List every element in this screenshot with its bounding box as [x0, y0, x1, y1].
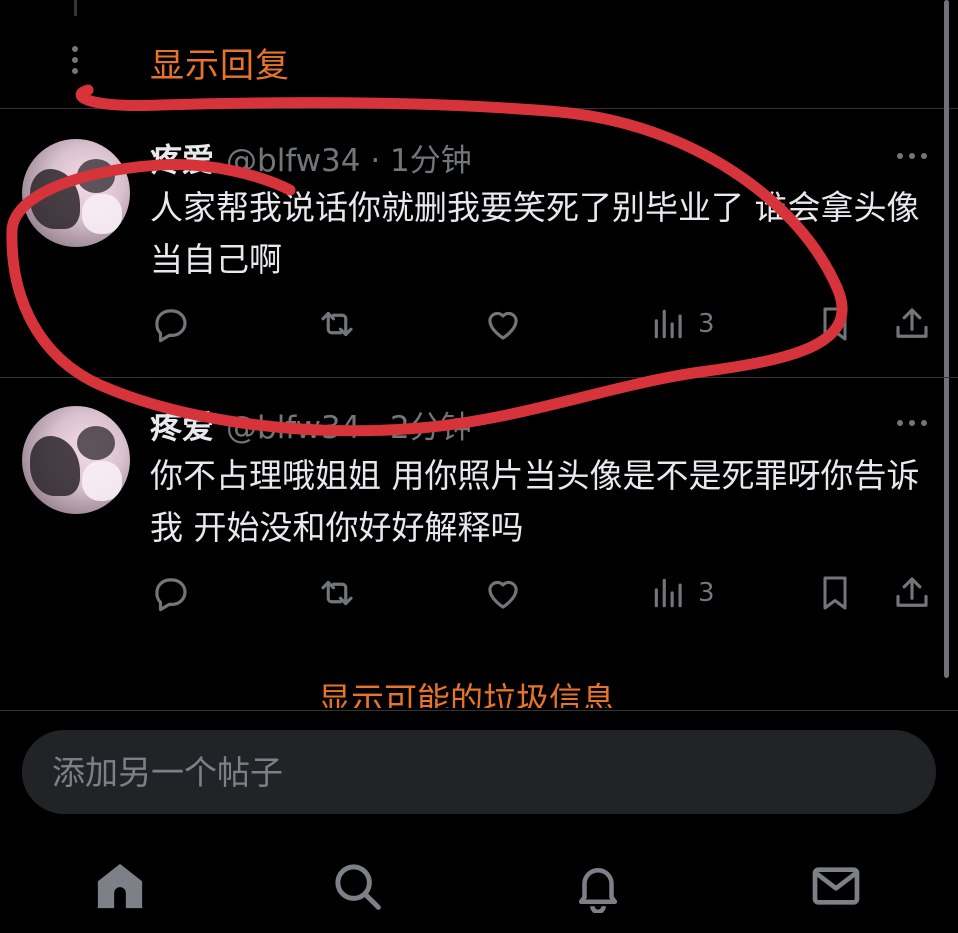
more-options-icon[interactable]: [897, 153, 927, 159]
bookmark-icon: [815, 573, 855, 613]
like-button[interactable]: [482, 302, 524, 346]
reply-icon: [150, 303, 192, 345]
tab-messages[interactable]: [806, 858, 866, 918]
show-replies-link[interactable]: 显示回复: [150, 38, 290, 87]
post-2[interactable]: 疼爱 @blfw34 · 2分钟 你不占理哦姐姐 用你照片当头像是不是死罪呀你告…: [0, 378, 958, 668]
share-button[interactable]: [891, 571, 933, 615]
share-button[interactable]: [891, 302, 933, 346]
share-icon: [891, 303, 933, 345]
home-icon: [92, 858, 148, 918]
like-icon: [482, 572, 524, 614]
mail-icon: [808, 858, 864, 918]
post-actions: 3: [0, 571, 958, 615]
views-icon: [650, 305, 688, 343]
post-header: 疼爱 @blfw34 · 2分钟: [150, 402, 472, 448]
thread-ellipsis-icon: [71, 46, 79, 74]
reply-button[interactable]: [150, 571, 192, 615]
more-options-icon[interactable]: [897, 420, 927, 426]
handle-and-time: @blfw34 · 2分钟: [226, 410, 472, 446]
author-name[interactable]: 疼爱: [150, 135, 214, 181]
views-button[interactable]: 3: [650, 302, 715, 346]
views-button[interactable]: 3: [650, 571, 715, 615]
bookmark-button[interactable]: [815, 302, 855, 346]
views-count: 3: [698, 309, 715, 339]
divider: [0, 710, 958, 711]
repost-icon: [316, 303, 358, 345]
views-icon: [650, 574, 688, 612]
avatar[interactable]: [22, 139, 130, 247]
repost-button[interactable]: [316, 571, 358, 615]
bell-icon: [571, 859, 625, 917]
post-text: 人家帮我说话你就删我要笑死了别毕业了 谁会拿头像当自己啊: [150, 188, 920, 279]
tab-home[interactable]: [90, 858, 150, 918]
tab-notifications[interactable]: [568, 858, 628, 918]
post-1[interactable]: 疼爱 @blfw34 · 1分钟 人家帮我说话你就删我要笑死了别毕业了 谁会拿头…: [0, 109, 958, 377]
compose-input[interactable]: [52, 730, 892, 814]
post-header: 疼爱 @blfw34 · 1分钟: [150, 135, 472, 181]
like-icon: [482, 303, 524, 345]
search-icon: [330, 859, 384, 917]
thread-line: [74, 0, 77, 16]
author-name[interactable]: 疼爱: [150, 402, 214, 448]
show-spam-link[interactable]: 显示可能的垃圾信息: [318, 672, 615, 708]
repost-icon: [316, 572, 358, 614]
handle-and-time: @blfw34 · 1分钟: [226, 143, 472, 179]
post-text: 你不占理哦姐姐 用你照片当头像是不是死罪呀你告诉我 开始没和你好好解释吗: [150, 456, 920, 547]
repost-button[interactable]: [316, 302, 358, 346]
share-icon: [891, 572, 933, 614]
views-count: 3: [698, 578, 715, 608]
compose-bar[interactable]: [22, 730, 936, 814]
tab-search[interactable]: [327, 858, 387, 918]
reply-button[interactable]: [150, 302, 192, 346]
bottom-tab-bar: [0, 840, 958, 933]
avatar[interactable]: [22, 406, 130, 514]
bookmark-icon: [815, 304, 855, 344]
like-button[interactable]: [482, 571, 524, 615]
reply-icon: [150, 572, 192, 614]
post-actions: 3: [0, 302, 958, 346]
bookmark-button[interactable]: [815, 571, 855, 615]
